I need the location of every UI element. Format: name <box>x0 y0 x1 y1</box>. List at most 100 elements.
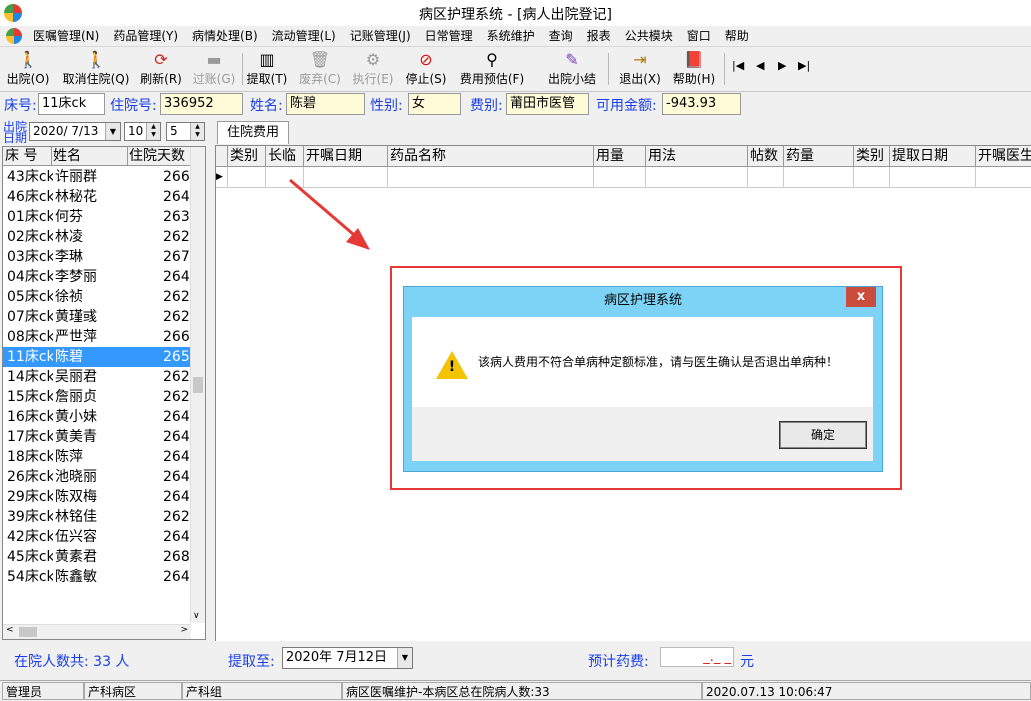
patient-list-hscrollbar[interactable]: < > <box>3 624 191 639</box>
stop-button[interactable]: ⊘ 停止(S) <box>402 50 450 88</box>
col-long-temp[interactable]: 长临 <box>266 146 304 166</box>
name-field[interactable]: 陈碧 <box>286 93 365 115</box>
fee-estimate-button[interactable]: ⚲ 费用预估(F) <box>456 50 528 88</box>
scroll-thumb[interactable] <box>193 377 203 393</box>
list-item[interactable]: 11床ck 陈碧 265 <box>3 347 191 367</box>
discharge-button[interactable]: 🚶 出院(O) <box>6 50 50 88</box>
list-item[interactable]: 18床ck 陈萍 264 <box>3 447 191 467</box>
scroll-thumb[interactable] <box>19 627 37 637</box>
gender-field[interactable]: 女 <box>408 93 461 115</box>
menu-system[interactable]: 系统维护 <box>480 26 542 46</box>
execute-button[interactable]: ⚙ 执行(E) <box>350 50 396 88</box>
chevron-right-icon[interactable]: > <box>180 625 188 635</box>
list-item[interactable]: 43床ck 许丽群 266 <box>3 167 191 187</box>
chevron-down-icon[interactable]: ∨ <box>193 611 200 621</box>
table-cell[interactable] <box>976 167 1031 187</box>
list-item[interactable]: 08床ck 严世萍 266 <box>3 327 191 347</box>
discharge-date-picker[interactable]: 2020/ 7/13 ▼ <box>29 122 121 141</box>
estimate-field[interactable]: _._ _ <box>660 647 734 667</box>
list-item[interactable]: 01床ck 何芬 263 <box>3 207 191 227</box>
patient-days: 263 <box>163 209 190 225</box>
menu-drugs[interactable]: 药品管理(Y) <box>106 26 185 46</box>
menu-window[interactable]: 窗口 <box>680 26 718 46</box>
table-cell[interactable] <box>854 167 890 187</box>
col-bed[interactable]: 床 号 <box>5 147 52 165</box>
hour-spinner[interactable]: 10 ▲ ▼ <box>124 122 161 141</box>
toolbar-separator <box>608 53 609 85</box>
col-drug-name[interactable]: 药品名称 <box>388 146 594 166</box>
chevron-left-icon[interactable]: < <box>6 625 14 635</box>
minute-spinner[interactable]: 5 ▲ ▼ <box>166 122 205 141</box>
bed-field[interactable]: 11床ck <box>38 93 105 115</box>
table-cell[interactable] <box>646 167 748 187</box>
menu-report[interactable]: 报表 <box>580 26 618 46</box>
menu-billing[interactable]: 记账管理(J) <box>343 26 418 46</box>
col-dosage[interactable]: 用量 <box>594 146 646 166</box>
list-item[interactable]: 17床ck 黄美青 264 <box>3 427 191 447</box>
table-cell[interactable] <box>748 167 784 187</box>
col-category[interactable]: 类别 <box>228 146 266 166</box>
col-fetch-date[interactable]: 提取日期 <box>890 146 976 166</box>
ok-button[interactable]: 确定 <box>779 421 867 449</box>
list-item[interactable]: 04床ck 李梦丽 264 <box>3 267 191 287</box>
admission-field[interactable]: 336952 <box>160 93 243 115</box>
patient-name: 林凌 <box>55 229 83 245</box>
first-record-icon[interactable]: |◀ <box>732 59 744 72</box>
exit-button[interactable]: ⇥ 退出(X) <box>616 50 664 88</box>
menu-query[interactable]: 查询 <box>542 26 580 46</box>
list-item[interactable]: 03床ck 李琳 267 <box>3 247 191 267</box>
table-cell[interactable] <box>228 167 266 187</box>
table-cell[interactable] <box>784 167 854 187</box>
list-item[interactable]: 42床ck 伍兴容 264 <box>3 527 191 547</box>
discharge-summary-button[interactable]: ✎ 出院小结 <box>544 50 600 88</box>
next-record-icon[interactable]: ▶ <box>778 59 786 72</box>
table-cell[interactable] <box>388 167 594 187</box>
close-icon[interactable]: x <box>846 287 876 307</box>
list-item[interactable]: 07床ck 黄瑾彧 262 <box>3 307 191 327</box>
fee-type-field[interactable]: 莆田市医管 <box>506 93 589 115</box>
menu-common[interactable]: 公共模块 <box>618 26 680 46</box>
list-item[interactable]: 39床ck 林铭佳 262 <box>3 507 191 527</box>
tab-inpatient-fees[interactable]: 住院费用 <box>217 121 289 144</box>
patient-list-vscrollbar[interactable]: ∨ <box>190 147 205 623</box>
menu-orders[interactable]: 医嘱管理(N) <box>26 26 106 46</box>
menu-help[interactable]: 帮助 <box>718 26 756 46</box>
refresh-button[interactable]: ⟳ 刷新(R) <box>138 50 184 88</box>
last-record-icon[interactable]: ▶| <box>798 59 810 72</box>
list-item[interactable]: 14床ck 吴丽君 262 <box>3 367 191 387</box>
list-item[interactable]: 05床ck 徐祯 262 <box>3 287 191 307</box>
menu-daily[interactable]: 日常管理 <box>418 26 480 46</box>
col-order-date[interactable]: 开嘱日期 <box>304 146 388 166</box>
spin-arrows-icon[interactable]: ▲ ▼ <box>146 123 160 140</box>
chevron-down-icon[interactable]: ▼ <box>397 648 412 668</box>
list-item[interactable]: 02床ck 林凌 262 <box>3 227 191 247</box>
table-cell[interactable] <box>594 167 646 187</box>
col-type[interactable]: 类别 <box>854 146 890 166</box>
fetch-date-picker[interactable]: 2020年 7月12日 ▼ <box>282 647 413 669</box>
col-usage[interactable]: 用法 <box>646 146 748 166</box>
help-button[interactable]: 📕 帮助(H) <box>670 50 718 88</box>
menu-condition[interactable]: 病情处理(B) <box>185 26 265 46</box>
list-item[interactable]: 46床ck 林秘花 264 <box>3 187 191 207</box>
spin-arrows-icon[interactable]: ▲ ▼ <box>190 123 204 140</box>
list-item[interactable]: 26床ck 池晓丽 264 <box>3 467 191 487</box>
fetch-button[interactable]: ▥ 提取(T) <box>244 50 290 88</box>
chevron-down-icon[interactable]: ▼ <box>105 123 120 140</box>
prev-record-icon[interactable]: ◀ <box>756 59 764 72</box>
list-item[interactable]: 15床ck 詹丽贞 262 <box>3 387 191 407</box>
list-item[interactable]: 54床ck 陈鑫敏 264 <box>3 567 191 587</box>
abandon-button[interactable]: 🗑 废弃(C) <box>296 50 344 88</box>
cancel-discharge-button[interactable]: 🚶 取消住院(Q) <box>60 50 132 88</box>
balance-field[interactable]: -943.93 <box>662 93 741 115</box>
col-days[interactable]: 住院天数 <box>129 147 191 165</box>
charge-off-button[interactable]: ▬ 过账(G) <box>190 50 238 88</box>
col-doctor[interactable]: 开嘱医生 <box>976 146 1031 166</box>
list-item[interactable]: 29床ck 陈双梅 264 <box>3 487 191 507</box>
list-item[interactable]: 16床ck 黄小妹 264 <box>3 407 191 427</box>
list-item[interactable]: 45床ck 黄素君 268 <box>3 547 191 567</box>
col-doses[interactable]: 帖数 <box>748 146 784 166</box>
col-name[interactable]: 姓名 <box>53 147 128 165</box>
menu-flow[interactable]: 流动管理(L) <box>265 26 343 46</box>
col-quantity[interactable]: 药量 <box>784 146 854 166</box>
table-cell[interactable] <box>890 167 976 187</box>
